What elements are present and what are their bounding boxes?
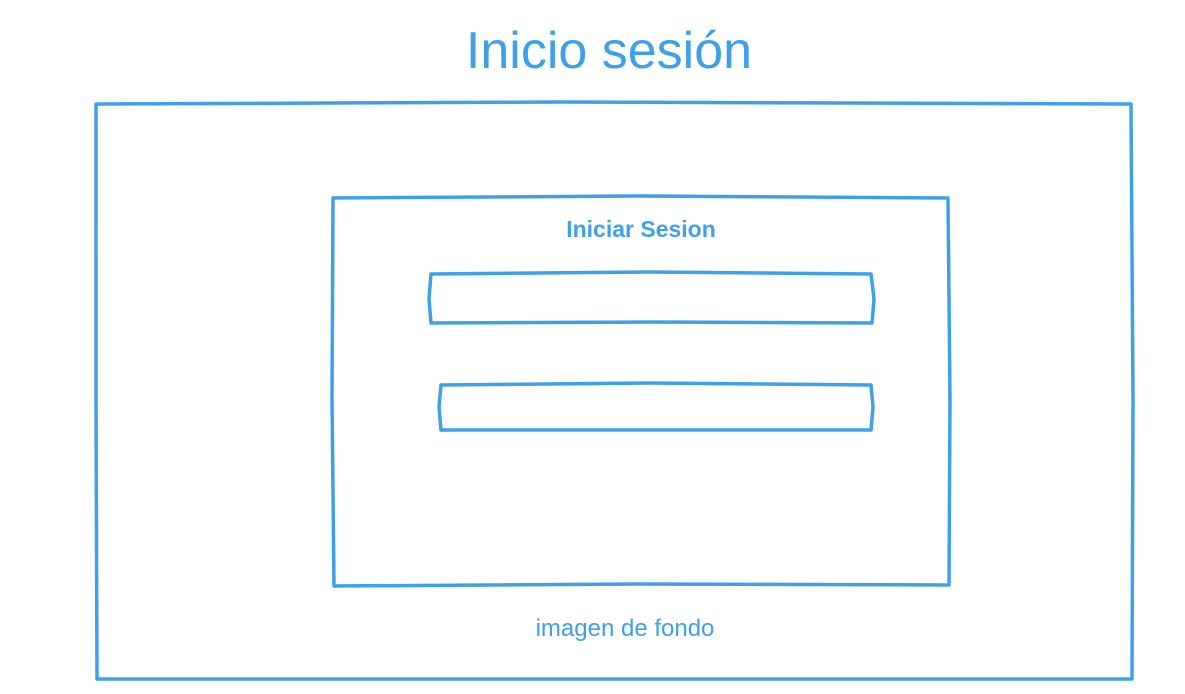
wireframe-sketch <box>94 100 1135 681</box>
password-input[interactable] <box>442 387 870 427</box>
background-image-caption: imagen de fondo <box>535 615 715 642</box>
username-input[interactable] <box>432 276 870 320</box>
login-heading: Iniciar Sesion <box>566 216 716 242</box>
